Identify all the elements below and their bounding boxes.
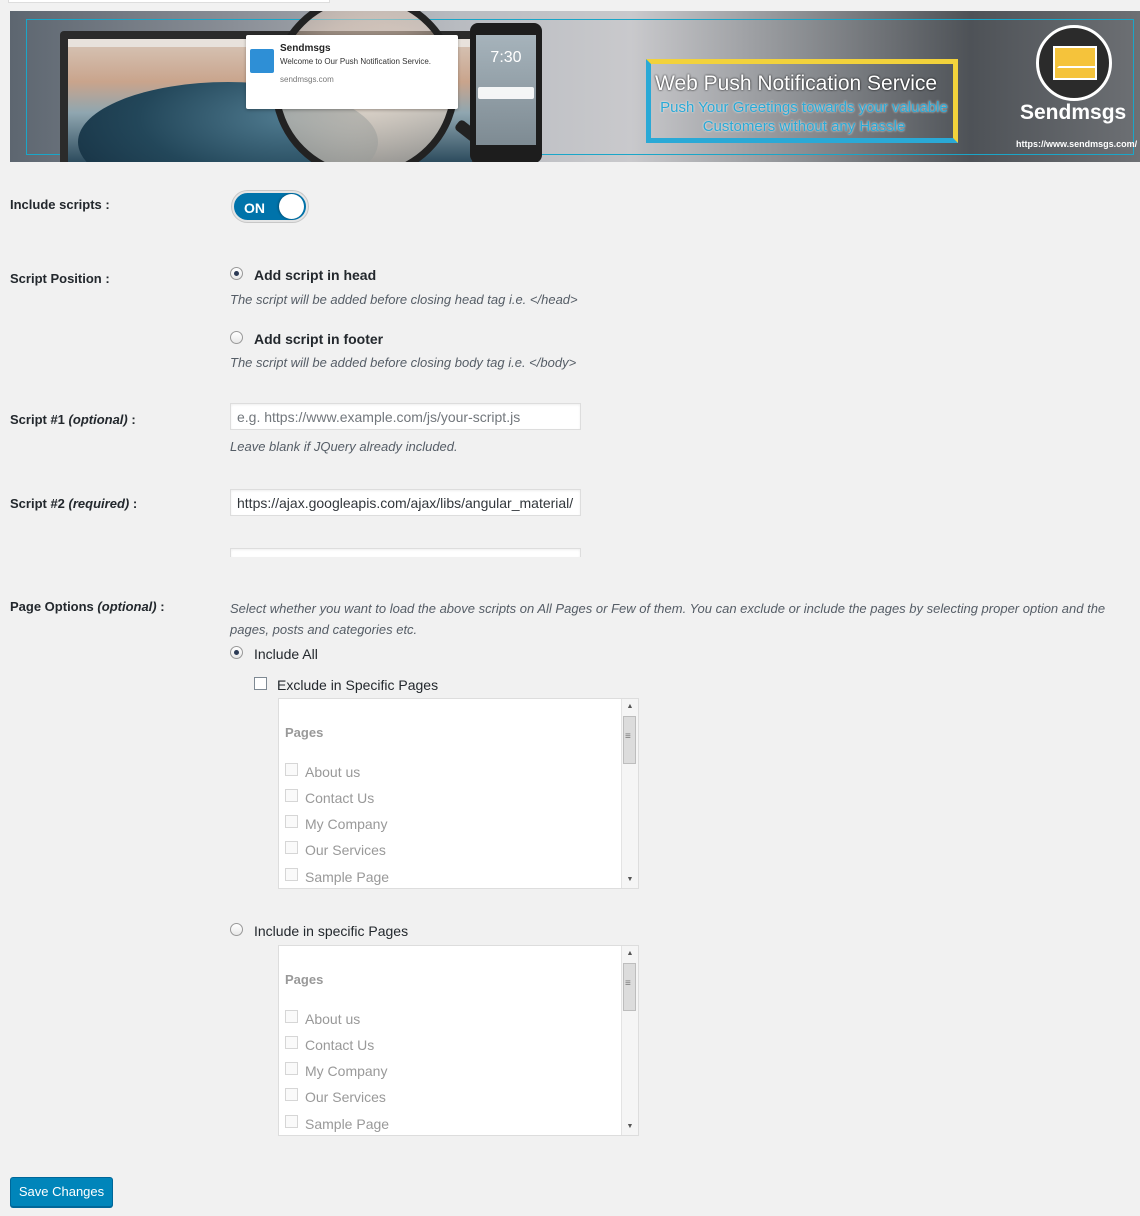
radio-include-specific[interactable] [230,923,243,936]
add-script-head-label: Add script in head [254,267,377,283]
script1-help: Leave blank if JQuery already included. [230,439,458,454]
phone-time: 7:30 [490,49,522,66]
sendmsgs-logo [1036,25,1112,101]
page-options-label-text: Page Options [10,599,94,614]
page-checkbox[interactable] [285,1088,298,1101]
list-scrollbar[interactable]: ▲ ▼ [621,699,638,888]
exclude-specific-label: Exclude in Specific Pages [277,677,439,693]
script1-input[interactable] [230,403,581,430]
page-checkbox[interactable] [285,1062,298,1075]
top-field-edge [8,0,330,3]
page-label: About us [305,764,361,780]
script-position-label: Script Position : [10,271,110,286]
include-scripts-toggle[interactable]: ON [232,191,308,222]
banner-brand: Sendmsgs [1020,101,1127,124]
notification-app-icon [250,49,274,73]
notification-domain: sendmsgs.com [280,75,334,84]
scroll-down-icon[interactable]: ▼ [622,872,638,888]
banner-tagline: Web Push Notification Service Push Your … [646,59,958,143]
scroll-down-icon[interactable]: ▼ [622,1119,638,1135]
page-options-label-suffix: : [156,599,165,614]
script1-label-suffix: : [127,412,136,427]
scroll-up-icon[interactable]: ▲ [622,699,638,715]
include-specific-label: Include in specific Pages [254,923,409,939]
page-checkbox[interactable] [285,763,298,776]
radio-add-script-head[interactable] [230,267,243,280]
list-scrollbar[interactable]: ▲ ▼ [621,946,638,1135]
page-options-desc: Select whether you want to load the abov… [230,601,1106,637]
notification-title: Sendmsgs [280,43,331,54]
exclude-pages-list[interactable]: Pages About us Contact Us My Company Our… [278,698,639,889]
scroll-up-icon[interactable]: ▲ [622,946,638,962]
page-label: Sample Page [305,1116,390,1132]
script2-qualifier: (required) [68,496,130,511]
exclude-specific-checkbox[interactable] [254,677,267,690]
page-checkbox[interactable] [285,1115,298,1128]
banner-brand-url: https://www.sendmsgs.com/ [1016,139,1138,149]
notification-text: Welcome to Our Push Notification Service… [280,57,432,66]
script1-qualifier: (optional) [68,412,128,427]
script2-label: Script #2 (required) : [10,496,137,511]
radio-add-script-footer[interactable] [230,331,243,344]
page-label: Contact Us [305,1037,375,1053]
save-changes-button[interactable]: Save Changes [10,1177,113,1207]
plugin-banner: Sendmsgs Welcome to Our Push Notificatio… [10,11,1140,162]
page-label: About us [305,1011,361,1027]
page-options-qualifier: (optional) [97,599,157,614]
envelope-icon [1053,46,1097,80]
hidden-script-field[interactable] [230,548,581,557]
banner-subline: Push Your Greetings towards your valuabl… [660,99,948,135]
banner-phone-image: 7:30 [470,23,542,162]
scroll-thumb[interactable] [623,963,636,1011]
script2-label-text: Script #2 [10,496,65,511]
add-script-footer-label: Add script in footer [254,331,384,347]
phone-screen: 7:30 [476,35,536,145]
banner-headline: Web Push Notification Service [655,72,938,95]
add-script-head-desc: The script will be added before closing … [230,292,578,307]
page-label: Our Services [305,1089,386,1105]
page-label: My Company [305,816,388,832]
page-checkbox[interactable] [285,789,298,802]
page-checkbox[interactable] [285,1036,298,1049]
radio-include-all[interactable] [230,646,243,659]
page-label: Contact Us [305,790,375,806]
scroll-thumb[interactable] [623,716,636,764]
phone-notification [478,87,534,99]
page-options-label: Page Options (optional) : [10,599,165,614]
add-script-footer-desc: The script will be added before closing … [230,355,577,370]
page-checkbox[interactable] [285,841,298,854]
page-checkbox[interactable] [285,815,298,828]
page-checkbox[interactable] [285,868,298,881]
list-group-pages: Pages [285,972,324,987]
list-group-pages: Pages [285,725,324,740]
script2-label-suffix: : [129,496,138,511]
script2-input[interactable] [230,489,581,516]
toggle-state-text: ON [244,200,265,216]
include-all-label: Include All [254,646,318,662]
page-label: My Company [305,1063,388,1079]
page-label: Sample Page [305,869,390,885]
banner-notification: Sendmsgs Welcome to Our Push Notificatio… [246,35,458,109]
script1-label: Script #1 (optional) : [10,412,136,427]
toggle-knob [279,194,304,219]
script1-label-text: Script #1 [10,412,65,427]
page-label: Our Services [305,842,386,858]
page-checkbox[interactable] [285,1010,298,1023]
include-scripts-label: Include scripts : [10,197,110,212]
include-pages-list[interactable]: Pages About us Contact Us My Company Our… [278,945,639,1136]
